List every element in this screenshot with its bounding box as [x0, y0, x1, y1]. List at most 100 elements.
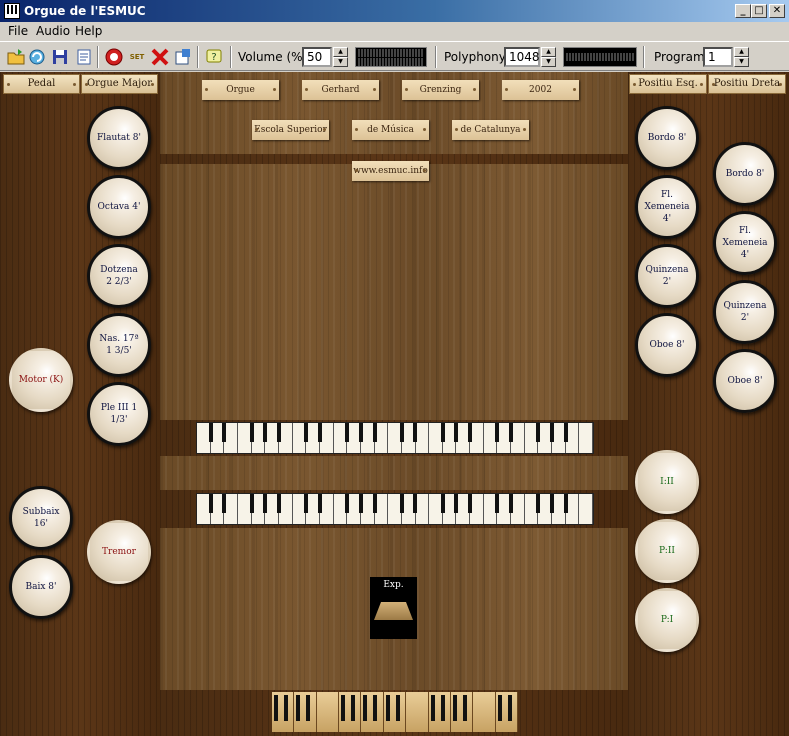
pedal-key[interactable] [406, 692, 428, 732]
black-key[interactable] [372, 494, 377, 513]
pedal-key[interactable] [294, 692, 316, 732]
white-key[interactable] [278, 494, 293, 524]
black-key[interactable] [263, 494, 268, 513]
black-key[interactable] [413, 494, 418, 513]
stop-dreta-xemeneia-4[interactable]: Fl. Xemeneia 4' [713, 211, 777, 275]
white-key[interactable] [565, 494, 580, 524]
stop-ple-iii[interactable]: Ple III 1 1/3' [87, 382, 151, 446]
coupler-i-ii[interactable]: I:II [635, 450, 699, 514]
black-key[interactable] [495, 423, 500, 442]
pedal-sharp-key[interactable] [430, 695, 435, 721]
pedal-key[interactable] [316, 692, 339, 732]
pedal-key[interactable] [339, 692, 361, 732]
stop-nasard[interactable]: Nas. 17ª 1 3/5' [87, 313, 151, 377]
black-key[interactable] [276, 494, 281, 513]
white-key[interactable] [415, 423, 430, 453]
black-key[interactable] [509, 423, 514, 442]
black-key[interactable] [413, 423, 418, 442]
white-key[interactable] [374, 423, 389, 453]
black-key[interactable] [345, 494, 350, 513]
pedal-key[interactable] [450, 692, 473, 732]
program-input[interactable]: 1 [703, 47, 733, 67]
record-icon[interactable] [104, 47, 124, 67]
black-key[interactable] [440, 494, 445, 513]
pedal-sharp-key[interactable] [341, 695, 346, 721]
black-key[interactable] [550, 423, 555, 442]
black-key[interactable] [509, 494, 514, 513]
black-key[interactable] [536, 423, 541, 442]
black-key[interactable] [399, 494, 404, 513]
black-key[interactable] [263, 423, 268, 442]
pedal-sharp-key[interactable] [452, 695, 457, 721]
white-key[interactable] [579, 494, 594, 524]
pedalboard[interactable] [272, 692, 518, 732]
close-button[interactable]: ✕ [769, 4, 785, 18]
set-icon[interactable]: SET [127, 47, 147, 67]
black-key[interactable] [276, 423, 281, 442]
pedal-sharp-key[interactable] [395, 695, 400, 721]
pedal-sharp-key[interactable] [296, 695, 301, 721]
white-key[interactable] [565, 423, 580, 453]
polyphony-input[interactable]: 1048 [504, 47, 540, 67]
pedal-key[interactable] [495, 692, 517, 732]
help-icon[interactable]: ? [204, 47, 224, 67]
pedal-sharp-key[interactable] [306, 695, 311, 721]
stop-dotzena[interactable]: Dotzena 2 2/3' [87, 244, 151, 308]
black-key[interactable] [468, 494, 473, 513]
white-key[interactable] [319, 494, 334, 524]
black-key[interactable] [222, 423, 227, 442]
pedal-sharp-key[interactable] [462, 695, 467, 721]
black-key[interactable] [208, 423, 213, 442]
stop-dreta-quinzena-2[interactable]: Quinzena 2' [713, 280, 777, 344]
pedal-sharp-key[interactable] [373, 695, 378, 721]
coupler-p-ii[interactable]: P:II [635, 519, 699, 583]
black-key[interactable] [249, 423, 254, 442]
save-icon[interactable] [50, 47, 70, 67]
white-key[interactable] [579, 423, 594, 453]
stop-octava-4[interactable]: Octava 4' [87, 175, 151, 239]
volume-input[interactable]: 50 [302, 47, 332, 67]
pedal-key[interactable] [383, 692, 406, 732]
pedal-key[interactable] [473, 692, 495, 732]
pedal-sharp-key[interactable] [284, 695, 288, 721]
white-key[interactable] [319, 423, 334, 453]
stop-baix-8[interactable]: Baix 8' [9, 555, 73, 619]
open-icon[interactable] [6, 47, 26, 67]
black-key[interactable] [222, 494, 227, 513]
stop-esq-xemeneia-4[interactable]: Fl. Xemeneia 4' [635, 175, 699, 239]
white-key[interactable] [511, 423, 525, 453]
black-key[interactable] [563, 494, 568, 513]
stop-tremolo[interactable]: Tremor [87, 520, 151, 584]
polyphony-spinner[interactable]: ▲ ▼ [541, 47, 556, 67]
black-key[interactable] [304, 423, 309, 442]
title-bar[interactable]: Orgue de l'ESMUC _ □ ✕ [0, 0, 789, 22]
stop-dreta-bordo-8[interactable]: Bordo 8' [713, 142, 777, 206]
black-key[interactable] [399, 423, 404, 442]
volume-spinner[interactable]: ▲ ▼ [333, 47, 348, 67]
minimize-button[interactable]: _ [735, 4, 751, 18]
stop-esq-bordo-8[interactable]: Bordo 8' [635, 106, 699, 170]
pedal-sharp-key[interactable] [440, 695, 445, 721]
program-spinner[interactable]: ▲ ▼ [734, 47, 749, 67]
stop-flautat-8[interactable]: Flautat 8' [87, 106, 151, 170]
white-key[interactable] [470, 423, 484, 453]
black-key[interactable] [358, 423, 363, 442]
black-key[interactable] [249, 494, 254, 513]
settings-icon[interactable] [173, 47, 193, 67]
black-key[interactable] [563, 423, 568, 442]
black-key[interactable] [440, 423, 445, 442]
black-key[interactable] [317, 423, 322, 442]
white-key[interactable] [374, 494, 389, 524]
black-key[interactable] [317, 494, 322, 513]
black-key[interactable] [536, 494, 541, 513]
pedal-key[interactable] [428, 692, 450, 732]
manual-lower-keyboard[interactable] [196, 493, 594, 525]
pedal-sharp-key[interactable] [274, 695, 278, 721]
pedal-key[interactable] [272, 692, 294, 732]
black-key[interactable] [454, 423, 459, 442]
stop-subbaix-16[interactable]: Subbaix 16' [9, 486, 73, 550]
black-key[interactable] [550, 494, 555, 513]
properties-icon[interactable] [74, 47, 94, 67]
black-key[interactable] [372, 423, 377, 442]
white-key[interactable] [511, 494, 525, 524]
